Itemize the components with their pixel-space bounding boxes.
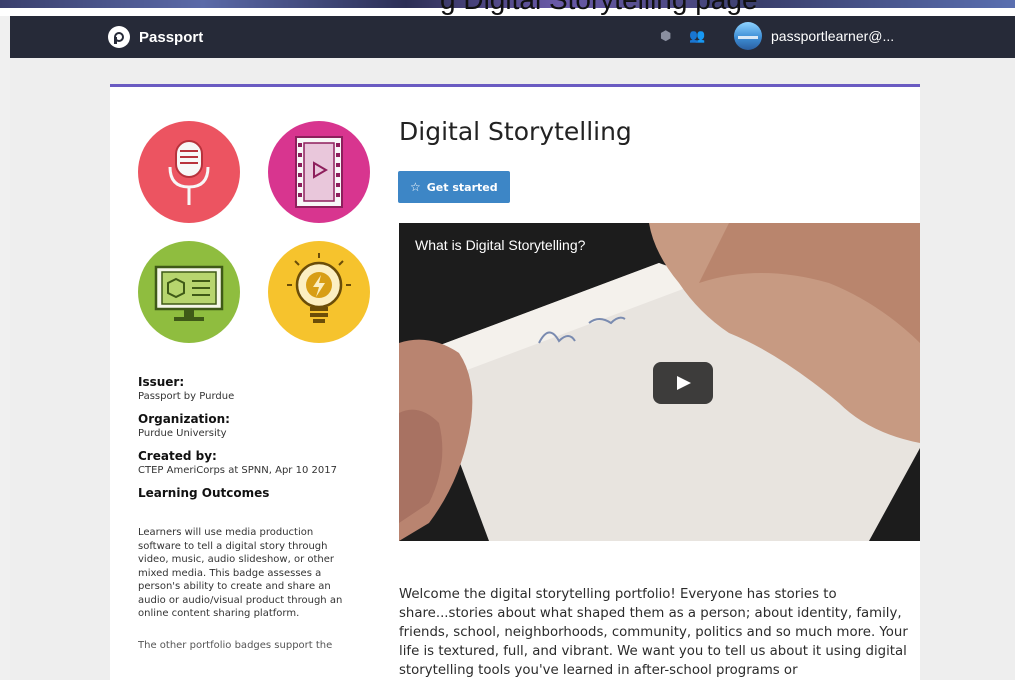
created-by-label: Created by: bbox=[138, 449, 217, 463]
lightbulb-icon bbox=[268, 241, 370, 343]
video-title: What is Digital Storytelling? bbox=[415, 237, 586, 253]
learning-outcomes-cutoff: The other portfolio badges support the bbox=[138, 639, 333, 651]
created-by-value: CTEP AmeriCorps at SPNN, Apr 10 2017 bbox=[138, 465, 337, 476]
page-title: Digital Storytelling bbox=[399, 117, 632, 146]
username: passportlearner@... bbox=[771, 28, 895, 44]
play-button[interactable] bbox=[653, 362, 713, 404]
get-started-button[interactable]: ☆ Get started bbox=[398, 171, 510, 203]
organization-value: Purdue University bbox=[138, 428, 227, 439]
avatar bbox=[734, 22, 762, 50]
badge-details: Issuer: Passport by Purdue Organization:… bbox=[138, 375, 378, 651]
learning-outcomes-text: Learners will use media production softw… bbox=[138, 527, 343, 619]
brand-link[interactable]: Passport bbox=[108, 25, 203, 49]
navbar: Passport ⬢ 👥 passportlearner@... bbox=[10, 16, 1015, 58]
description-text: Welcome the digital storytelling portfol… bbox=[399, 587, 908, 678]
get-started-label: Get started bbox=[426, 180, 498, 194]
badge-card: Issuer: Passport by Purdue Organization:… bbox=[110, 84, 920, 680]
organization-label: Organization: bbox=[138, 412, 230, 426]
brand-title: Passport bbox=[139, 28, 204, 46]
issuer-value: Passport by Purdue bbox=[138, 391, 235, 402]
passport-logo-icon bbox=[108, 26, 130, 48]
people-icon[interactable]: 👥 bbox=[689, 28, 705, 46]
issuer-label: Issuer: bbox=[138, 375, 185, 389]
star-icon: ☆ bbox=[410, 180, 421, 194]
computer-monitor-icon bbox=[138, 241, 240, 343]
user-menu[interactable]: passportlearner@... bbox=[734, 22, 894, 50]
film-strip-icon bbox=[268, 121, 370, 223]
learning-outcomes-title: Learning Outcomes bbox=[138, 486, 270, 500]
microphone-icon bbox=[138, 121, 240, 223]
nav-icons: ⬢ 👥 bbox=[660, 28, 706, 46]
video-player[interactable]: What is Digital Storytelling? bbox=[399, 223, 920, 541]
top-strip: g Digital Storytelling page bbox=[0, 0, 1015, 16]
partial-top-text: g Digital Storytelling page bbox=[440, 0, 758, 16]
badge-images bbox=[138, 121, 378, 351]
badge-icon[interactable]: ⬢ bbox=[660, 28, 671, 46]
